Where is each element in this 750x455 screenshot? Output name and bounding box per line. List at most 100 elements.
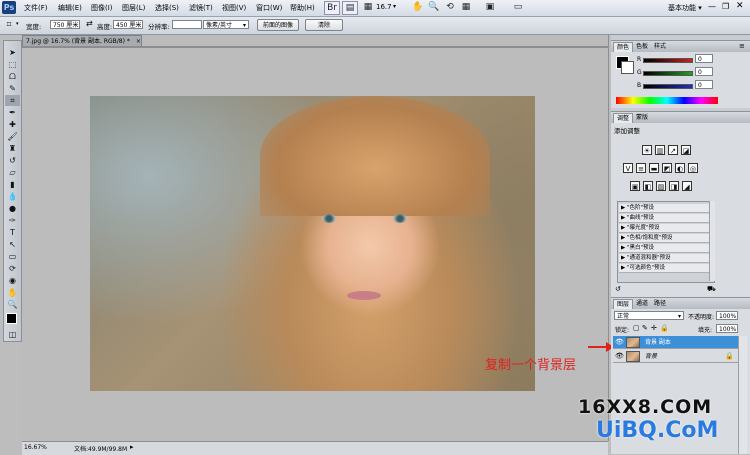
preset-exposure[interactable]: ▶ "曝光度"预设 (619, 224, 711, 233)
shape-tool-icon[interactable]: ▭ (5, 251, 20, 262)
menu-layer[interactable]: 图层(L) (122, 3, 145, 13)
tab-styles[interactable]: 样式 (651, 42, 669, 51)
eraser-tool-icon[interactable]: ▱ (5, 167, 20, 178)
3d-orbit-tool-icon[interactable]: ◉ (5, 275, 20, 286)
status-zoom[interactable]: 16.67% (24, 444, 47, 451)
opacity-input[interactable]: 100% (716, 311, 738, 320)
history-brush-tool-icon[interactable]: ↺ (5, 155, 20, 166)
blend-mode-select[interactable]: 正常 ▾ (614, 311, 684, 320)
channel-r-input[interactable]: 0 (695, 54, 713, 63)
hand-tool-icon[interactable]: ✋ (5, 287, 20, 298)
hand-icon[interactable]: ✋ (412, 1, 424, 13)
grid-icon[interactable]: ▦ (460, 1, 472, 13)
dodge-tool-icon[interactable]: ● (5, 203, 20, 214)
hue-saturation-icon[interactable]: ≡ (636, 163, 646, 173)
preset-selective-color[interactable]: ▶ "可选颜色"预设 (619, 264, 711, 273)
vibrance-icon[interactable]: V (623, 163, 633, 173)
blur-tool-icon[interactable]: 💧 (5, 191, 20, 202)
adjust-clip-icon[interactable]: ⛟ (707, 285, 716, 294)
arrange-documents-icon[interactable]: ▣ (484, 1, 496, 13)
eye-icon[interactable]: 👁 (615, 336, 624, 349)
lock-image-icon[interactable]: ✎ (642, 324, 648, 332)
screen-mode-icon[interactable]: ▭ (512, 1, 524, 13)
lock-transparent-icon[interactable]: ▢ (633, 324, 640, 332)
height-input[interactable]: 450 厘米 (113, 20, 143, 29)
document-close-icon[interactable]: × (136, 38, 141, 45)
rotate-view-icon[interactable]: ⟲ (444, 1, 456, 13)
preset-black-white[interactable]: ▶ "黑白"预设 (619, 244, 711, 253)
tab-paths[interactable]: 路径 (651, 299, 669, 308)
preset-levels[interactable]: ▶ "色阶"预设 (619, 204, 711, 213)
tab-adjustments[interactable]: 调整 (613, 113, 634, 123)
color-spectrum-ramp[interactable] (616, 97, 718, 104)
eyedropper-tool-icon[interactable]: ✒ (5, 107, 20, 118)
tab-layers[interactable]: 图层 (613, 299, 634, 309)
minimize-icon[interactable]: — (708, 2, 716, 11)
levels-icon[interactable]: ▥ (655, 145, 665, 155)
preset-scrollbar[interactable] (709, 201, 715, 281)
restore-icon[interactable]: ❐ (722, 2, 729, 11)
lasso-tool-icon[interactable]: ᗝ (5, 71, 20, 82)
type-tool-icon[interactable]: T (5, 227, 20, 238)
layers-scrollbar[interactable] (738, 336, 747, 454)
eye-icon[interactable]: 👁 (615, 350, 624, 363)
close-icon[interactable]: ✕ (736, 1, 744, 11)
swap-dimensions-icon[interactable]: ⇄ (86, 19, 93, 28)
tool-preset-dropdown-icon[interactable]: ▾ (16, 21, 19, 27)
menu-window[interactable]: 窗口(W) (256, 3, 282, 13)
channel-b-slider[interactable] (643, 84, 693, 89)
3d-rotate-tool-icon[interactable]: ⟳ (5, 263, 20, 274)
color-balance-icon[interactable]: ▬ (649, 163, 659, 173)
tab-color[interactable]: 颜色 (613, 42, 634, 52)
quick-select-tool-icon[interactable]: ✎ (5, 83, 20, 94)
gradient-map-icon[interactable]: ◨ (669, 181, 679, 191)
panel-menu-icon[interactable]: ≡ (739, 42, 745, 50)
foreground-color-swatch[interactable] (6, 313, 17, 324)
menu-select[interactable]: 选择(S) (155, 3, 179, 13)
zoom-dropdown-icon[interactable]: ▾ (393, 3, 396, 10)
brightness-contrast-icon[interactable]: ☀ (642, 145, 652, 155)
gradient-tool-icon[interactable]: ▮ (5, 179, 20, 190)
exposure-icon[interactable]: ◪ (681, 145, 691, 155)
move-tool-icon[interactable]: ➤ (5, 47, 20, 58)
workspace-switcher[interactable]: 基本功能 ▾ (668, 3, 702, 13)
lock-position-icon[interactable]: ✛ (651, 324, 657, 332)
bridge-icon[interactable]: Br (324, 1, 340, 15)
preset-channel-mixer[interactable]: ▶ "通道混和器"预设 (619, 254, 711, 263)
adjust-return-icon[interactable]: ↺ (615, 285, 621, 293)
tab-masks[interactable]: 蒙版 (633, 113, 651, 122)
photo-filter-icon[interactable]: ◐ (675, 163, 685, 173)
menu-file[interactable]: 文件(F) (24, 3, 48, 13)
crop-tool-icon[interactable]: ⌗ (5, 95, 20, 106)
tab-channels[interactable]: 通道 (633, 299, 651, 308)
pen-tool-icon[interactable]: ✑ (5, 215, 20, 226)
channel-g-slider[interactable] (643, 71, 693, 76)
posterize-icon[interactable]: ◧ (643, 181, 653, 191)
preset-curves[interactable]: ▶ "曲线"预设 (619, 214, 711, 223)
preset-hue-saturation[interactable]: ▶ "色相/饱和度"预设 (619, 234, 711, 243)
resolution-input[interactable] (172, 20, 202, 29)
tab-swatches[interactable]: 色板 (633, 42, 651, 51)
menu-image[interactable]: 图像(I) (91, 3, 113, 13)
resolution-unit-select[interactable]: 像素/英寸 ▾ (203, 20, 249, 29)
zoom-tool-icon[interactable]: 🔍 (5, 299, 20, 310)
clone-stamp-tool-icon[interactable]: ♜ (5, 143, 20, 154)
minibridge-icon[interactable]: ▤ (342, 1, 358, 15)
status-menu-icon[interactable]: ▸ (130, 443, 134, 451)
canvas-photo[interactable] (90, 96, 535, 391)
clear-button[interactable]: 清除 (305, 19, 343, 31)
invert-icon[interactable]: ▣ (630, 181, 640, 191)
front-image-button[interactable]: 前面的图像 (257, 19, 299, 31)
background-color-box[interactable] (621, 61, 634, 74)
fill-input[interactable]: 100% (716, 324, 738, 333)
menu-view[interactable]: 视图(V) (222, 3, 246, 13)
curves-icon[interactable]: ↗ (668, 145, 678, 155)
layer-row-background-copy[interactable]: 👁 背景 副本 (613, 336, 738, 349)
channel-g-input[interactable]: 0 (695, 67, 713, 76)
layer-row-background[interactable]: 👁 背景 🔒 (613, 350, 738, 363)
zoom-icon[interactable]: 🔍 (428, 1, 440, 13)
channel-b-input[interactable]: 0 (695, 80, 713, 89)
brush-tool-icon[interactable]: 🖌 (5, 131, 20, 142)
menu-edit[interactable]: 编辑(E) (58, 3, 82, 13)
menu-filter[interactable]: 滤镜(T) (189, 3, 213, 13)
